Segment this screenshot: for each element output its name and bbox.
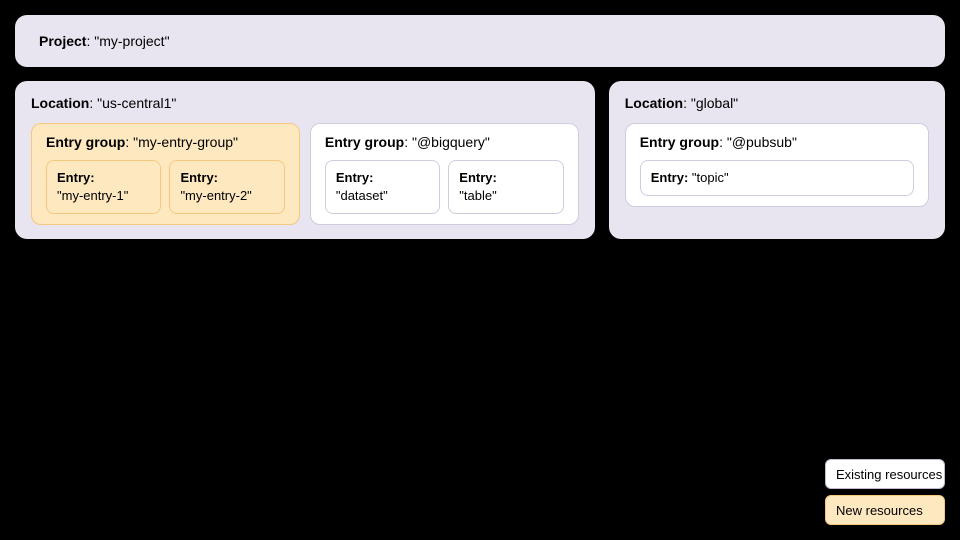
entries-row-1: Entry: "my-entry-1" Entry: "my-entry-2" — [46, 160, 285, 214]
entry-value-2: "my-entry-2" — [180, 188, 251, 203]
project-label: Project — [39, 33, 86, 49]
locations-row: Location: "us-central1" Entry group: "my… — [15, 81, 945, 239]
location-us-central1-header: Location: "us-central1" — [31, 95, 579, 111]
location-global: Location: "global" Entry group: "@pubsub… — [609, 81, 945, 239]
location-value-1: "us-central1" — [97, 95, 176, 111]
legend-existing-label: Existing resources — [836, 467, 942, 482]
entry-value-1: "my-entry-1" — [57, 188, 128, 203]
entry-label-3: Entry: — [336, 170, 374, 185]
location-us-central1: Location: "us-central1" Entry group: "my… — [15, 81, 595, 239]
entry-group-bigquery-header: Entry group: "@bigquery" — [325, 134, 564, 150]
entry-group-pubsub-header: Entry group: "@pubsub" — [640, 134, 914, 150]
entry-groups-row-right: Entry group: "@pubsub" Entry: "topic" — [625, 123, 929, 207]
entry-group-label-2: Entry group — [325, 134, 404, 150]
location-label-2: Location — [625, 95, 683, 111]
project-box: Project: "my-project" — [15, 15, 945, 67]
entry-group-value-2: "@bigquery" — [412, 134, 490, 150]
entry-table: Entry: "table" — [448, 160, 563, 214]
entry-my-entry-2: Entry: "my-entry-2" — [169, 160, 284, 214]
entry-groups-row-left: Entry group: "my-entry-group" Entry: "my… — [31, 123, 579, 225]
entry-value-4: "table" — [459, 188, 496, 203]
entry-group-label-3: Entry group — [640, 134, 719, 150]
entry-dataset: Entry: "dataset" — [325, 160, 440, 214]
entry-topic: Entry: "topic" — [640, 160, 914, 196]
entries-row-2: Entry: "dataset" Entry: "table" — [325, 160, 564, 214]
location-value-2: "global" — [691, 95, 738, 111]
entry-group-pubsub: Entry group: "@pubsub" Entry: "topic" — [625, 123, 929, 207]
entry-group-my-entry-group: Entry group: "my-entry-group" Entry: "my… — [31, 123, 300, 225]
project-value: "my-project" — [94, 33, 169, 49]
legend-existing: Existing resources — [825, 459, 945, 489]
legend: Existing resources New resources — [825, 459, 945, 525]
entry-group-bigquery: Entry group: "@bigquery" Entry: "dataset… — [310, 123, 579, 225]
entry-group-value-3: "@pubsub" — [727, 134, 797, 150]
entries-row-3: Entry: "topic" — [640, 160, 914, 196]
location-global-header: Location: "global" — [625, 95, 929, 111]
entry-label-2: Entry: — [180, 170, 218, 185]
entry-value-3: "dataset" — [336, 188, 388, 203]
location-label-1: Location — [31, 95, 89, 111]
entry-group-value-1: "my-entry-group" — [133, 134, 238, 150]
entry-label-4: Entry: — [459, 170, 497, 185]
entry-group-label-1: Entry group — [46, 134, 125, 150]
entry-value-5: "topic" — [692, 170, 729, 185]
entry-label-1: Entry: — [57, 170, 95, 185]
entry-group-my-entry-group-header: Entry group: "my-entry-group" — [46, 134, 285, 150]
legend-new-label: New resources — [836, 503, 923, 518]
entry-my-entry-1: Entry: "my-entry-1" — [46, 160, 161, 214]
legend-new: New resources — [825, 495, 945, 525]
entry-label-5: Entry: — [651, 170, 689, 185]
